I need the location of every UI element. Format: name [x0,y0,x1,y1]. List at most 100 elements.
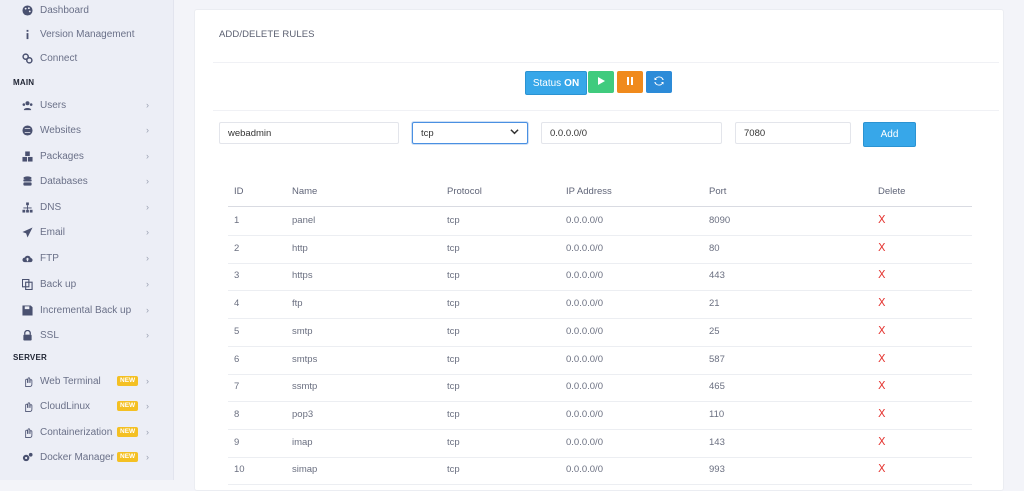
cell-name: https [292,270,313,282]
sidebar-item-label: Websites [40,124,81,136]
card-title: ADD/DELETE RULES [219,29,315,40]
sidebar-item-cloudlinux[interactable]: CloudLinux NEW › [0,396,173,416]
new-badge: NEW [117,452,139,462]
table-row: 10 simap tcp 0.0.0.0/0 993 X [228,456,972,486]
column-header-delete: Delete [878,186,906,197]
start-button[interactable] [588,71,614,93]
cell-name: ssmtp [292,381,318,393]
sidebar-item-label: Back up [40,278,77,290]
sidebar-item-label: Docker Manager [40,451,114,463]
cloud-upload-icon [21,252,33,264]
ip-address-input[interactable]: 0.0.0.0/0 [541,122,722,144]
sidebar-item-packages[interactable]: Packages › [0,146,173,166]
reload-button[interactable] [646,71,672,93]
sidebar-item-users[interactable]: Users › [0,95,173,115]
sidebar-item-docker-manager[interactable]: Docker Manager NEW › [0,447,173,467]
delete-rule-button[interactable]: X [878,407,886,420]
chevron-right-icon: › [146,176,149,186]
pause-button[interactable] [617,71,643,93]
column-header-port: Port [709,186,727,197]
hand-icon [21,426,33,438]
delete-rule-button[interactable]: X [878,268,886,281]
cell-port: 110 [709,408,725,420]
cell-id: 2 [234,242,240,254]
cell-id: 9 [234,436,240,448]
section-header-server: SERVER [13,353,47,362]
delete-rule-button[interactable]: X [878,241,886,254]
delete-rule-button[interactable]: X [878,462,886,475]
column-header-protocol: Protocol [447,186,482,197]
sidebar-item-label: Databases [40,175,88,187]
palette-icon [21,4,33,16]
lock-icon [21,329,33,341]
sidebar-item-label: Containerization [40,426,113,438]
cell-protocol: tcp [447,298,460,310]
cell-protocol: tcp [447,353,460,365]
cell-protocol: tcp [447,381,460,393]
port-input[interactable]: 7080 [735,122,851,144]
status-value: ON [564,77,580,89]
delete-rule-button[interactable]: X [878,352,886,365]
cell-port: 993 [709,464,725,476]
cell-port: 465 [709,381,725,393]
sidebar-item-label: CloudLinux [40,400,91,412]
rule-name-input[interactable]: webadmin [219,122,399,144]
column-header-ip-address: IP Address [566,186,612,197]
cell-ip: 0.0.0.0/0 [566,242,603,254]
cell-port: 8090 [709,215,731,226]
add-rule-button[interactable]: Add [863,122,916,147]
sidebar-item-version-management[interactable]: Version Management [0,24,173,44]
sidebar-item-web-terminal[interactable]: Web Terminal NEW › [0,371,173,391]
chevron-right-icon: › [146,253,149,263]
sidebar-item-label: FTP [40,252,59,264]
sidebar-item-email[interactable]: Email › [0,222,173,242]
sidebar-item-incremental-backup[interactable]: Incremental Back up › [0,300,173,320]
sidebar-item-label: Connect [40,52,78,64]
cell-ip: 0.0.0.0/0 [566,408,603,420]
copy-icon [21,278,33,290]
new-badge: NEW [117,376,139,386]
delete-rule-button[interactable]: X [878,296,886,309]
sidebar-item-containerization[interactable]: Containerization NEW › [0,422,173,442]
table-row: 4 ftp tcp 0.0.0.0/0 21 X [228,290,972,320]
table-row: 2 http tcp 0.0.0.0/0 80 X [228,235,972,264]
cell-protocol: tcp [447,436,460,448]
status-button[interactable]: Status ON [525,71,587,95]
table-row: 1 panel tcp 0.0.0.0/0 8090 X [228,207,972,236]
hand-icon [21,400,33,412]
sidebar-item-ftp[interactable]: FTP › [0,248,173,268]
sidebar-item-label: Users [40,99,67,111]
cell-id: 4 [234,298,240,310]
chevron-right-icon: › [146,452,149,462]
sidebar-item-backup[interactable]: Back up › [0,274,173,294]
cell-ip: 0.0.0.0/0 [566,325,603,337]
chevron-right-icon: › [146,279,149,289]
pause-icon [625,76,635,89]
sidebar-item-connect[interactable]: Connect [0,48,173,68]
cell-ip: 0.0.0.0/0 [566,436,603,448]
cell-id: 3 [234,270,240,282]
save-icon [21,304,33,316]
cell-port: 21 [709,298,720,310]
divider [213,62,999,63]
sidebar-item-databases[interactable]: Databases › [0,171,173,191]
delete-rule-button[interactable]: X [878,213,886,226]
new-badge: NEW [117,427,139,437]
cell-protocol: tcp [447,270,460,282]
protocol-select[interactable]: tcp [412,122,528,144]
delete-rule-button[interactable]: X [878,435,886,448]
sidebar-item-label: DNS [40,201,62,213]
sidebar-item-ssl[interactable]: SSL › [0,325,173,345]
hand-icon [21,375,33,387]
cell-ip: 0.0.0.0/0 [566,298,603,310]
delete-rule-button[interactable]: X [878,324,886,337]
cell-ip: 0.0.0.0/0 [566,381,603,393]
sidebar-item-websites[interactable]: Websites › [0,120,173,140]
table-row: 3 https tcp 0.0.0.0/0 443 X [228,262,972,292]
paper-plane-icon [21,226,33,238]
sidebar-item-dashboard[interactable]: Dashboard [0,0,173,20]
chevron-right-icon: › [146,401,149,411]
delete-rule-button[interactable]: X [878,379,886,392]
sidebar-item-dns[interactable]: DNS › [0,197,173,217]
section-header-main: MAIN [13,78,35,87]
